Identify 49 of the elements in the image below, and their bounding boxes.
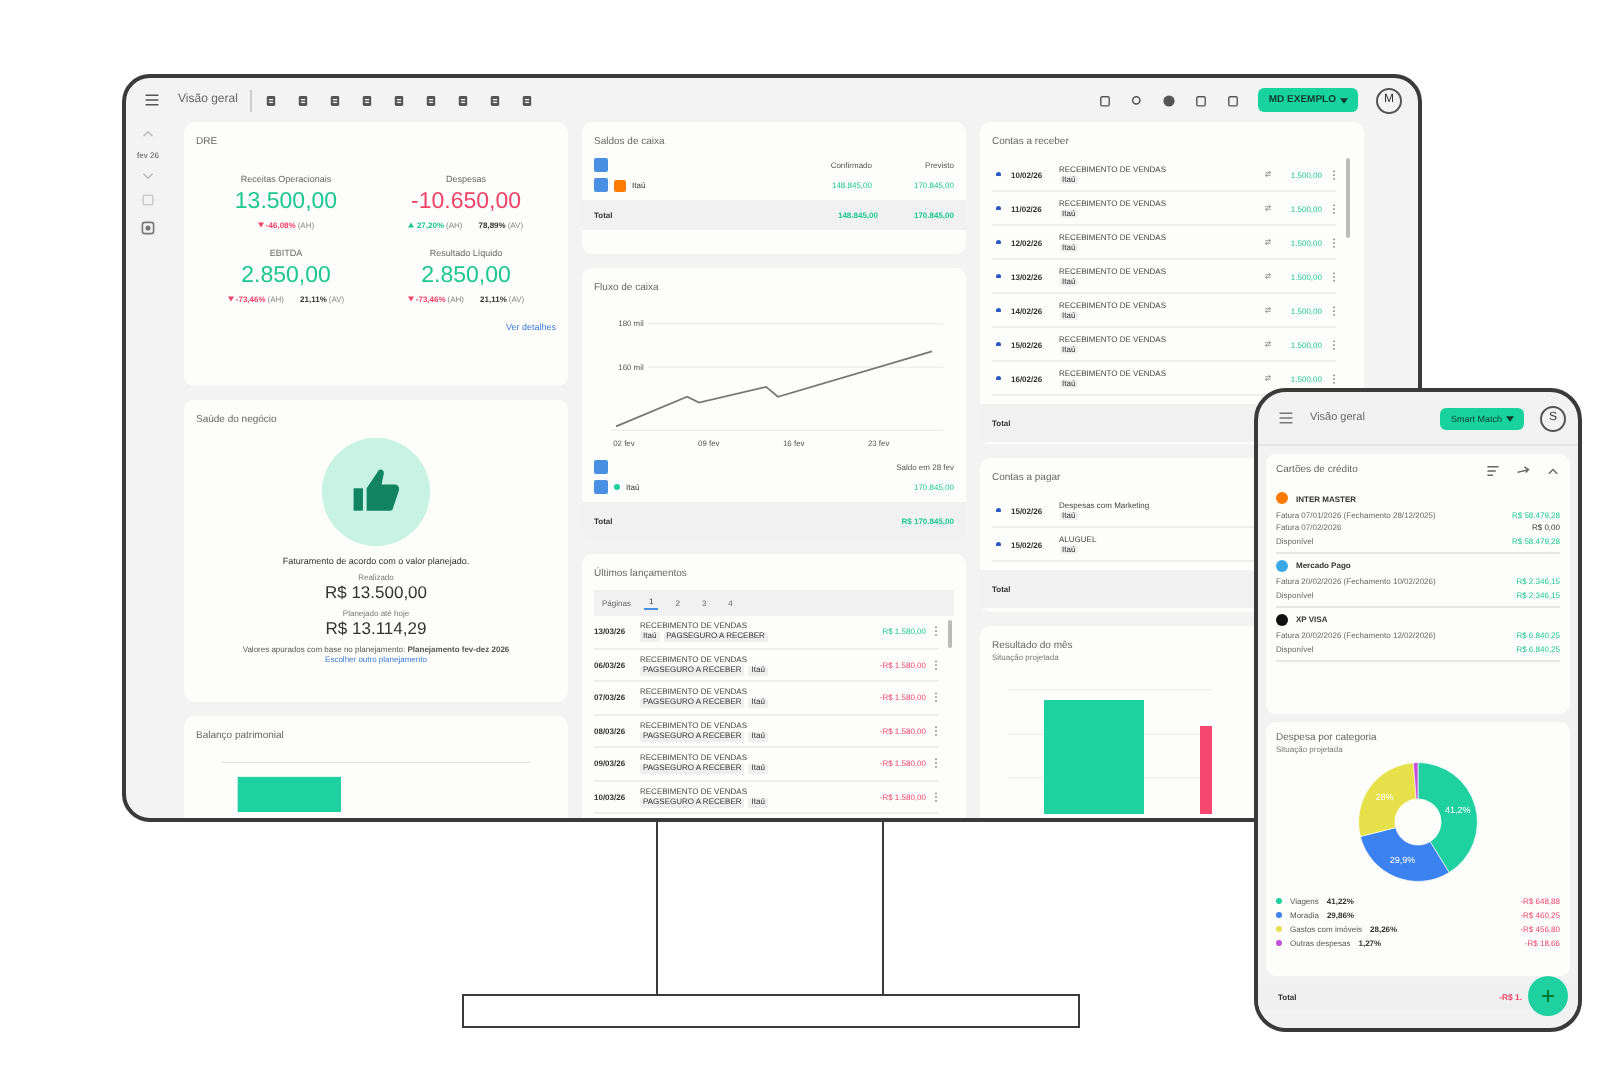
chevron-down-icon[interactable] — [142, 172, 154, 180]
scrollbar[interactable] — [948, 620, 952, 648]
status-dot-icon — [996, 273, 1001, 279]
legend-dot-icon — [1276, 926, 1282, 932]
settings-icon[interactable] — [140, 220, 156, 236]
repeat-icon — [1264, 306, 1272, 314]
card-logo-icon — [1276, 613, 1288, 625]
add-button[interactable] — [1528, 976, 1568, 1016]
metric-value: 13.500,00 — [234, 190, 338, 214]
menu-icon[interactable] — [144, 92, 160, 108]
repeat-icon — [1264, 238, 1272, 246]
status-dot-icon — [996, 171, 1001, 177]
planned-value: R$ 13.114,29 — [325, 618, 427, 638]
repeat-icon — [1264, 170, 1272, 178]
checkbox[interactable] — [594, 158, 608, 172]
repeat-icon — [1264, 204, 1272, 212]
bank-logo-icon — [614, 179, 626, 191]
caret-icon — [1506, 415, 1514, 421]
card-logo-icon — [1276, 492, 1288, 504]
chevron-up-icon[interactable] — [1546, 464, 1560, 478]
status-dot-icon — [996, 375, 1001, 381]
metric-value: 2.850,00 — [421, 264, 511, 288]
metric-value: 2.850,00 — [241, 264, 331, 288]
realized-value: R$ 13.500,00 — [324, 582, 428, 602]
plus-icon — [1540, 988, 1556, 1004]
status-dot-icon — [996, 507, 1001, 513]
metric-value: -10.650,00 — [411, 190, 521, 214]
status-dot-icon — [996, 541, 1001, 547]
status-dot-icon — [996, 205, 1001, 211]
repeat-icon — [1264, 272, 1272, 280]
menu-icon[interactable] — [1278, 410, 1294, 426]
thumbs-up-icon — [320, 436, 432, 548]
checkbox[interactable] — [594, 460, 608, 474]
calendar-icon[interactable] — [140, 192, 156, 208]
repeat-icon — [1264, 340, 1272, 348]
status-dot-icon — [996, 239, 1001, 245]
caret-icon — [1340, 97, 1348, 103]
status-dot-icon — [996, 341, 1001, 347]
card-logo-icon — [1276, 559, 1288, 571]
legend-dot-icon — [614, 484, 620, 490]
legend-dot-icon — [1276, 898, 1282, 904]
status-dot-icon — [996, 307, 1001, 313]
checkbox[interactable] — [594, 178, 608, 192]
legend-dot-icon — [1276, 940, 1282, 946]
checkbox[interactable] — [594, 480, 608, 494]
sort-icon[interactable] — [1486, 464, 1500, 478]
scrollbar[interactable] — [1346, 158, 1350, 238]
repeat-icon — [1264, 374, 1272, 382]
legend-dot-icon — [1276, 912, 1282, 918]
